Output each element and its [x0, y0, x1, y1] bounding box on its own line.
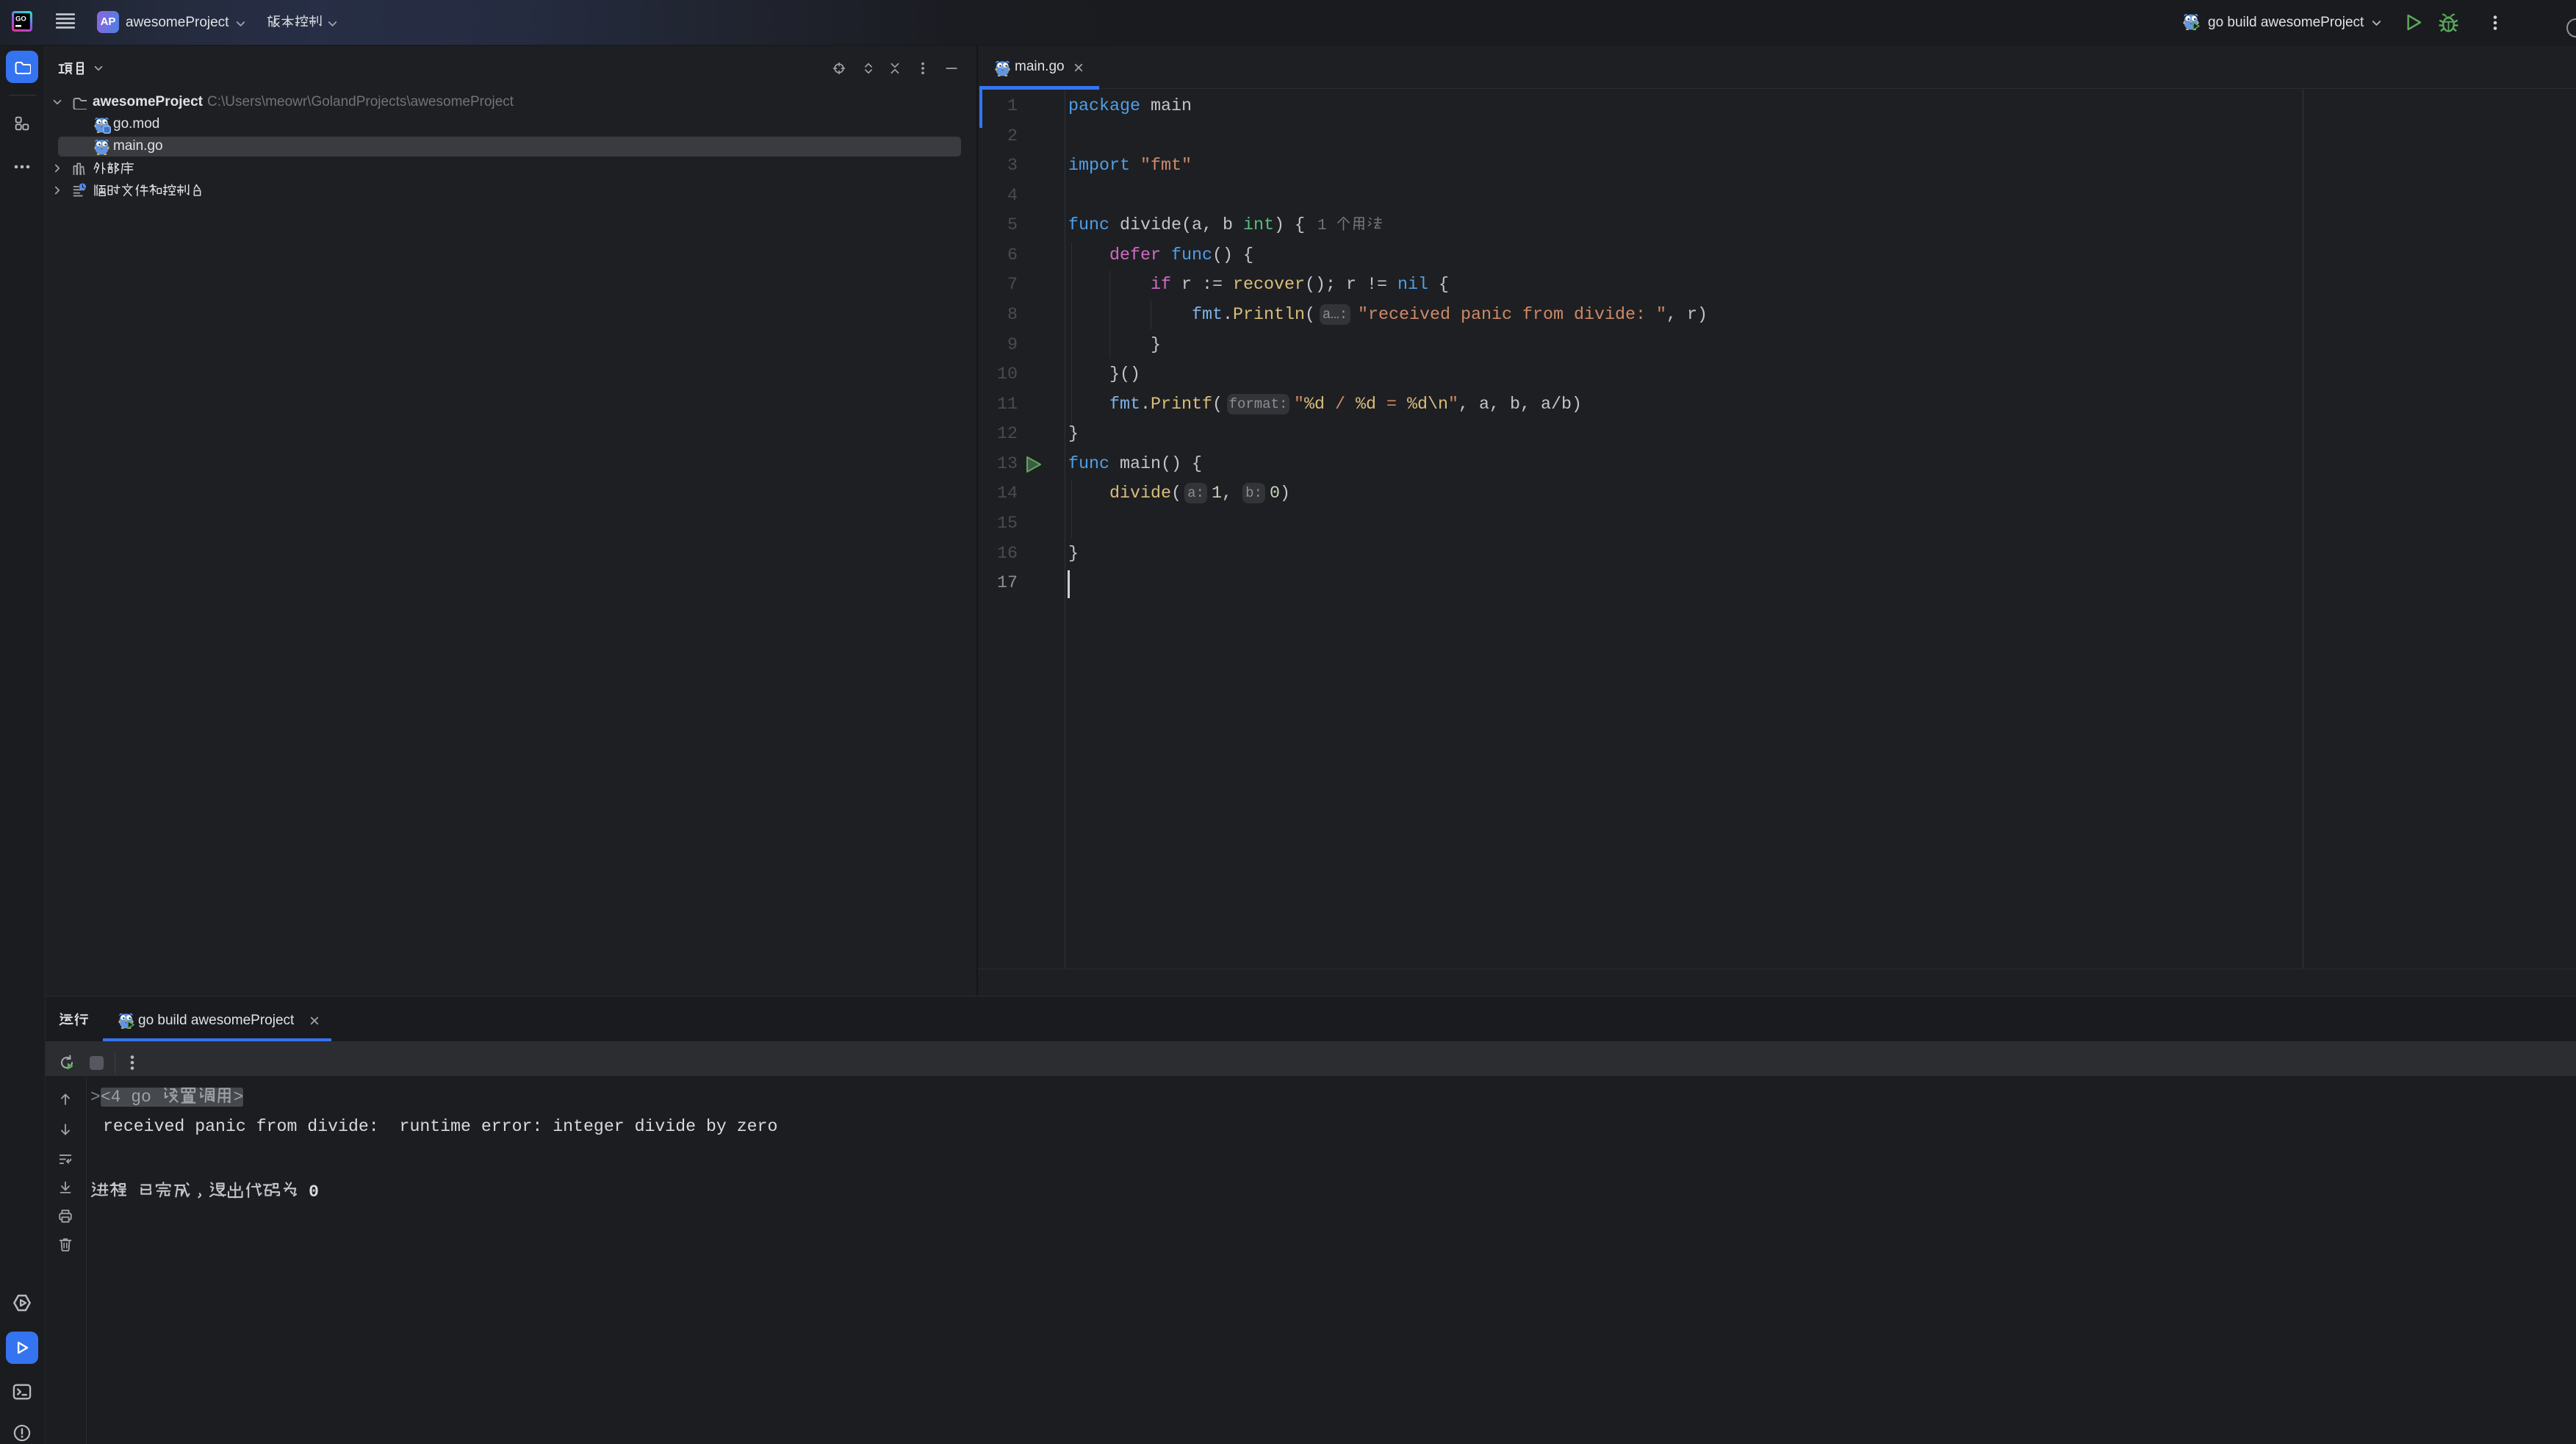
svg-text:GO: GO — [15, 15, 26, 24]
